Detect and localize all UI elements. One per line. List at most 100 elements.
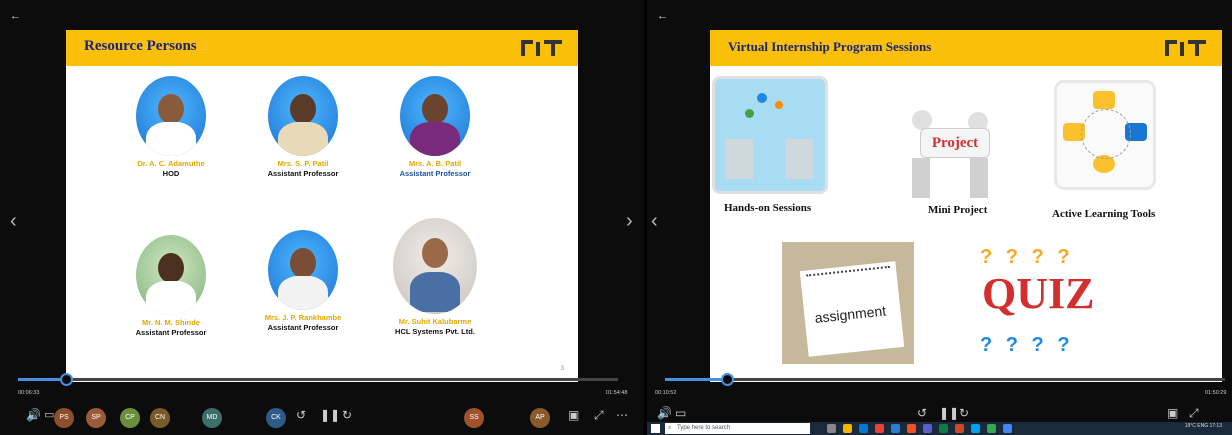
chat-icon[interactable]: ▭ (675, 406, 686, 420)
control-bar: 🔊 ▭ ↺ ❚❚ ↻ ▣ ⤢ ⌕ Type here to search 19°… (647, 398, 1232, 435)
avatar[interactable]: PS (54, 408, 74, 428)
time-elapsed: 00:06:33 (18, 390, 40, 396)
pause-icon[interactable]: ❚❚ (320, 408, 340, 422)
clock: 17:13 (1209, 423, 1222, 429)
quiz-text: QUIZ (982, 269, 1095, 318)
person-card: Mrs. A. B. Patil Assistant Professor (370, 76, 500, 178)
windows-taskbar: ⌕ Type here to search 19°C ENG 17:13 (647, 422, 1232, 435)
slide-header: Resource Persons (66, 30, 578, 66)
person-photo (400, 76, 470, 156)
teams-icon[interactable] (923, 424, 932, 433)
person-card: Dr. A. C. Adamuthe HOD (106, 76, 236, 178)
captions-icon[interactable]: ▣ (1167, 406, 1178, 420)
seek-bar[interactable] (18, 373, 618, 386)
slide-resource-persons: Resource Persons Dr. A. C. Adamuthe HOD … (66, 30, 578, 382)
chat-icon[interactable]: ▭ (44, 408, 54, 421)
person-card: Mrs. S. P. Patil Assistant Professor (238, 76, 368, 178)
captions-icon[interactable]: ▣ (568, 408, 579, 422)
slide-title: Virtual Internship Program Sessions (728, 39, 932, 54)
rit-logo-icon (1165, 40, 1206, 56)
project-puzzle-icon: Project (890, 100, 1010, 210)
person-photo (136, 235, 206, 315)
forward-icon[interactable]: ↻ (342, 408, 352, 422)
person-card: Mr. N. M. Shinde Assistant Professor (106, 235, 236, 337)
volume-icon[interactable]: 🔊 (657, 406, 672, 420)
taskbar-search[interactable]: ⌕ Type here to search (665, 423, 810, 434)
back-arrow-icon[interactable]: ← (657, 10, 668, 22)
avatar[interactable]: SS (464, 408, 484, 428)
slide-number: 3 (560, 366, 564, 372)
search-placeholder: Type here to search (677, 425, 731, 431)
person-role: Assistant Professor (267, 323, 339, 332)
edge-icon[interactable] (859, 424, 868, 433)
windows-start-icon[interactable] (651, 424, 660, 433)
app-icon[interactable] (987, 424, 996, 433)
prev-arrow-icon[interactable]: ‹ (10, 210, 17, 233)
person-photo (268, 230, 338, 310)
expand-icon[interactable]: ⤢ (1189, 406, 1199, 421)
time-elapsed: 00:10:52 (655, 390, 677, 396)
person-role: HOD (162, 169, 180, 178)
seek-bar-fill (18, 378, 66, 381)
slide-title: Resource Persons (84, 38, 197, 54)
seek-bar-fill (665, 378, 727, 381)
person-name: Mr. N. M. Shinde (142, 318, 200, 327)
pause-icon[interactable]: ❚❚ (939, 406, 959, 420)
time-total: 01:54:48 (606, 390, 628, 396)
quiz-image: ? ? ? ? QUIZ ? ? ? ? (980, 246, 1095, 356)
avatar[interactable]: MD (202, 408, 222, 428)
person-role: Assistant Professor (399, 169, 471, 178)
avatar[interactable]: CK (266, 408, 286, 428)
file-explorer-icon[interactable] (843, 424, 852, 433)
assignment-text: assignment (813, 302, 887, 326)
office-icon[interactable] (907, 424, 916, 433)
excel-icon[interactable] (939, 424, 948, 433)
back-arrow-icon[interactable]: ← (10, 10, 21, 22)
time-total: 01:50:29 (1205, 390, 1227, 396)
avatar[interactable]: AP (530, 408, 550, 428)
person-role: Assistant Professor (267, 169, 339, 178)
store-icon[interactable] (971, 424, 980, 433)
person-photo (268, 76, 338, 156)
rewind-icon[interactable]: ↺ (296, 408, 306, 422)
avatar[interactable]: CN (150, 408, 170, 428)
avatar[interactable]: SP (86, 408, 106, 428)
seek-knob[interactable] (721, 373, 734, 386)
app-icon[interactable] (1003, 424, 1012, 433)
prev-arrow-icon[interactable]: ‹ (651, 210, 658, 233)
person-card: Mrs. J. P. Rankhambe Assistant Professor (238, 230, 368, 332)
avatar[interactable]: CP (120, 408, 140, 428)
right-video-panel: ← ‹ Virtual Internship Program Sessions … (647, 0, 1232, 435)
slide-header: Virtual Internship Program Sessions (710, 30, 1222, 66)
forward-icon[interactable]: ↻ (959, 406, 969, 420)
rewind-icon[interactable]: ↺ (917, 406, 927, 420)
system-tray[interactable]: 19°C ENG 17:13 (1185, 423, 1222, 429)
seek-bar[interactable] (665, 373, 1225, 386)
person-role: HCL Systems Pvt. Ltd. (395, 327, 475, 336)
slide-sessions: Virtual Internship Program Sessions Hand… (710, 30, 1222, 382)
chrome-icon[interactable] (875, 424, 884, 433)
person-name: Dr. A. C. Adamuthe (137, 159, 205, 168)
person-photo (136, 76, 206, 156)
volume-icon[interactable]: 🔊 (26, 408, 41, 422)
assignment-image: assignment (782, 242, 914, 364)
task-view-icon[interactable] (827, 424, 836, 433)
left-video-panel: ← ‹ › Resource Persons Dr. A. C. Adamuth… (0, 0, 644, 435)
weather-temp: 19°C (1184, 423, 1196, 429)
person-name: Mrs. A. B. Patil (408, 159, 462, 168)
session-label: Hands-on Sessions (724, 202, 812, 214)
person-photo (393, 218, 477, 314)
word-icon[interactable] (891, 424, 900, 433)
person-name: Mrs. S. P. Patil (277, 159, 329, 168)
person-name: Mrs. J. P. Rankhambe (264, 313, 342, 322)
next-arrow-icon[interactable]: › (626, 210, 633, 233)
more-icon[interactable]: ⋯ (616, 408, 628, 422)
session-label: Mini Project (928, 204, 988, 216)
seek-knob[interactable] (60, 373, 73, 386)
person-name: Mr. Suhit Kalubarme (398, 317, 472, 326)
expand-icon[interactable]: ⤢ (594, 408, 604, 423)
control-bar: 🔊 ▭ PS SP CP CN MD CK ↺ ❚❚ ↻ SS AP ▣ ⤢ ⋯ (0, 398, 644, 435)
search-icon: ⌕ (668, 425, 672, 431)
powerpoint-icon[interactable] (955, 424, 964, 433)
person-card: Mr. Suhit Kalubarme HCL Systems Pvt. Ltd… (370, 218, 500, 336)
